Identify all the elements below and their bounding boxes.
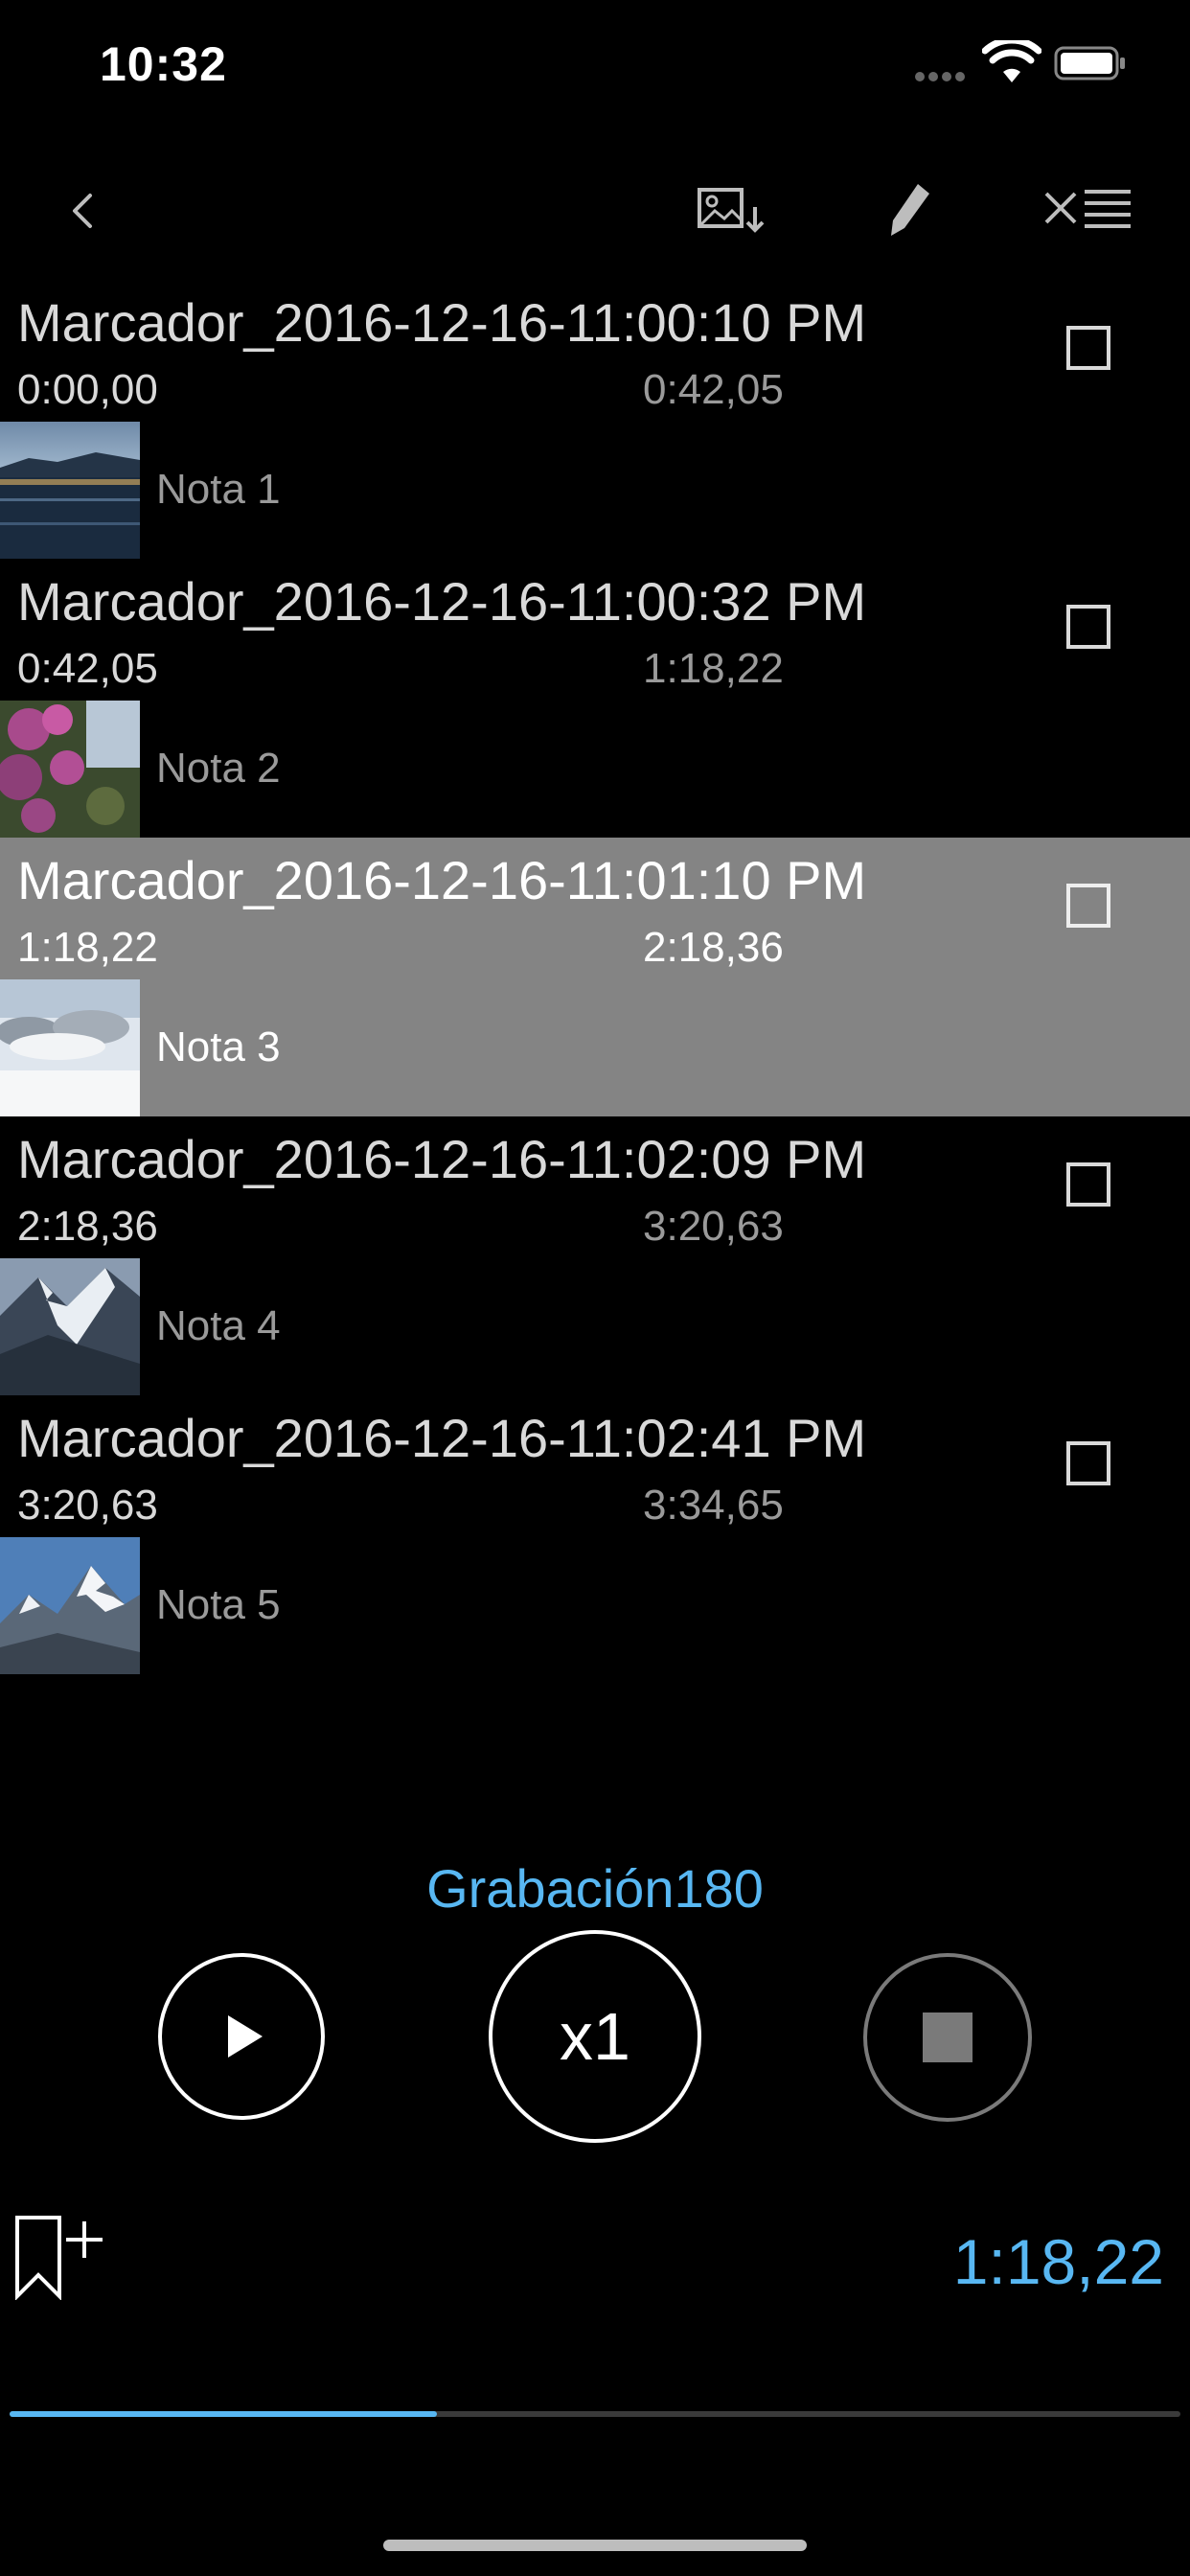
- play-icon: [228, 2015, 263, 2058]
- clear-list-icon[interactable]: [1042, 174, 1134, 247]
- marker-start-time: 1:18,22: [17, 924, 158, 971]
- marker-row[interactable]: Marcador_2016-12-16-11:02:41 PM 3:20,63 …: [0, 1395, 1190, 1674]
- marker-end-time: 3:20,63: [643, 1203, 784, 1250]
- marker-checkbox[interactable]: [1066, 326, 1110, 370]
- marker-note: Nota 2: [156, 745, 281, 792]
- marker-thumbnail: [0, 979, 140, 1116]
- marker-title: Marcador_2016-12-16-11:02:41 PM: [17, 1408, 867, 1468]
- wifi-icon: [982, 40, 1041, 82]
- speed-button[interactable]: x1: [489, 1930, 701, 2143]
- speed-label: x1: [560, 1999, 630, 2074]
- marker-thumbnail: [0, 422, 140, 559]
- stop-icon: [923, 2012, 973, 2062]
- recording-name: Grabación180: [426, 1858, 764, 1919]
- marker-title: Marcador_2016-12-16-11:00:32 PM: [17, 571, 867, 632]
- current-time: 1:18,22: [952, 2226, 1164, 2297]
- marker-thumbnail: [0, 1258, 140, 1395]
- marker-checkbox[interactable]: [1066, 1441, 1110, 1485]
- marker-row[interactable]: Marcador_2016-12-16-11:02:09 PM 2:18,36 …: [0, 1116, 1190, 1395]
- marker-row[interactable]: Marcador_2016-12-16-11:00:32 PM 0:42,05 …: [0, 559, 1190, 838]
- add-bookmark-icon[interactable]: [13, 2214, 109, 2300]
- marker-checkbox[interactable]: [1066, 605, 1110, 649]
- marker-row-selected[interactable]: Marcador_2016-12-16-11:01:10 PM 1:18,22 …: [0, 838, 1190, 1116]
- signal-dots-icon: [915, 69, 973, 81]
- back-chevron-icon[interactable]: [63, 174, 102, 247]
- marker-start-time: 3:20,63: [17, 1482, 158, 1529]
- image-download-icon[interactable]: [696, 174, 776, 247]
- marker-note: Nota 1: [156, 466, 281, 513]
- home-indicator[interactable]: [383, 2540, 807, 2551]
- marker-end-time: 2:18,36: [643, 924, 784, 971]
- marker-row[interactable]: Marcador_2016-12-16-11:00:10 PM 0:00,00 …: [0, 280, 1190, 559]
- marker-title: Marcador_2016-12-16-11:01:10 PM: [17, 850, 867, 910]
- battery-icon: [1054, 46, 1125, 80]
- marker-thumbnail: [0, 701, 140, 838]
- marker-checkbox[interactable]: [1066, 1162, 1110, 1207]
- stop-button[interactable]: [863, 1953, 1032, 2122]
- pencil-icon[interactable]: [885, 174, 935, 247]
- marker-note: Nota 3: [156, 1024, 281, 1070]
- marker-note: Nota 4: [156, 1302, 281, 1349]
- marker-list: Marcador_2016-12-16-11:00:10 PM 0:00,00 …: [0, 280, 1190, 1674]
- marker-title: Marcador_2016-12-16-11:02:09 PM: [17, 1129, 867, 1189]
- progress-track[interactable]: [10, 2411, 1180, 2417]
- play-button[interactable]: [158, 1953, 325, 2120]
- marker-note: Nota 5: [156, 1581, 281, 1628]
- status-time: 10:32: [100, 37, 227, 91]
- marker-thumbnail: [0, 1537, 140, 1674]
- marker-end-time: 3:34,65: [643, 1482, 784, 1529]
- marker-start-time: 2:18,36: [17, 1203, 158, 1250]
- progress-fill: [10, 2411, 438, 2417]
- marker-checkbox[interactable]: [1066, 884, 1110, 928]
- marker-title: Marcador_2016-12-16-11:00:10 PM: [17, 292, 867, 353]
- marker-end-time: 0:42,05: [643, 366, 784, 413]
- marker-start-time: 0:42,05: [17, 645, 158, 692]
- marker-end-time: 1:18,22: [643, 645, 784, 692]
- marker-start-time: 0:00,00: [17, 366, 158, 413]
